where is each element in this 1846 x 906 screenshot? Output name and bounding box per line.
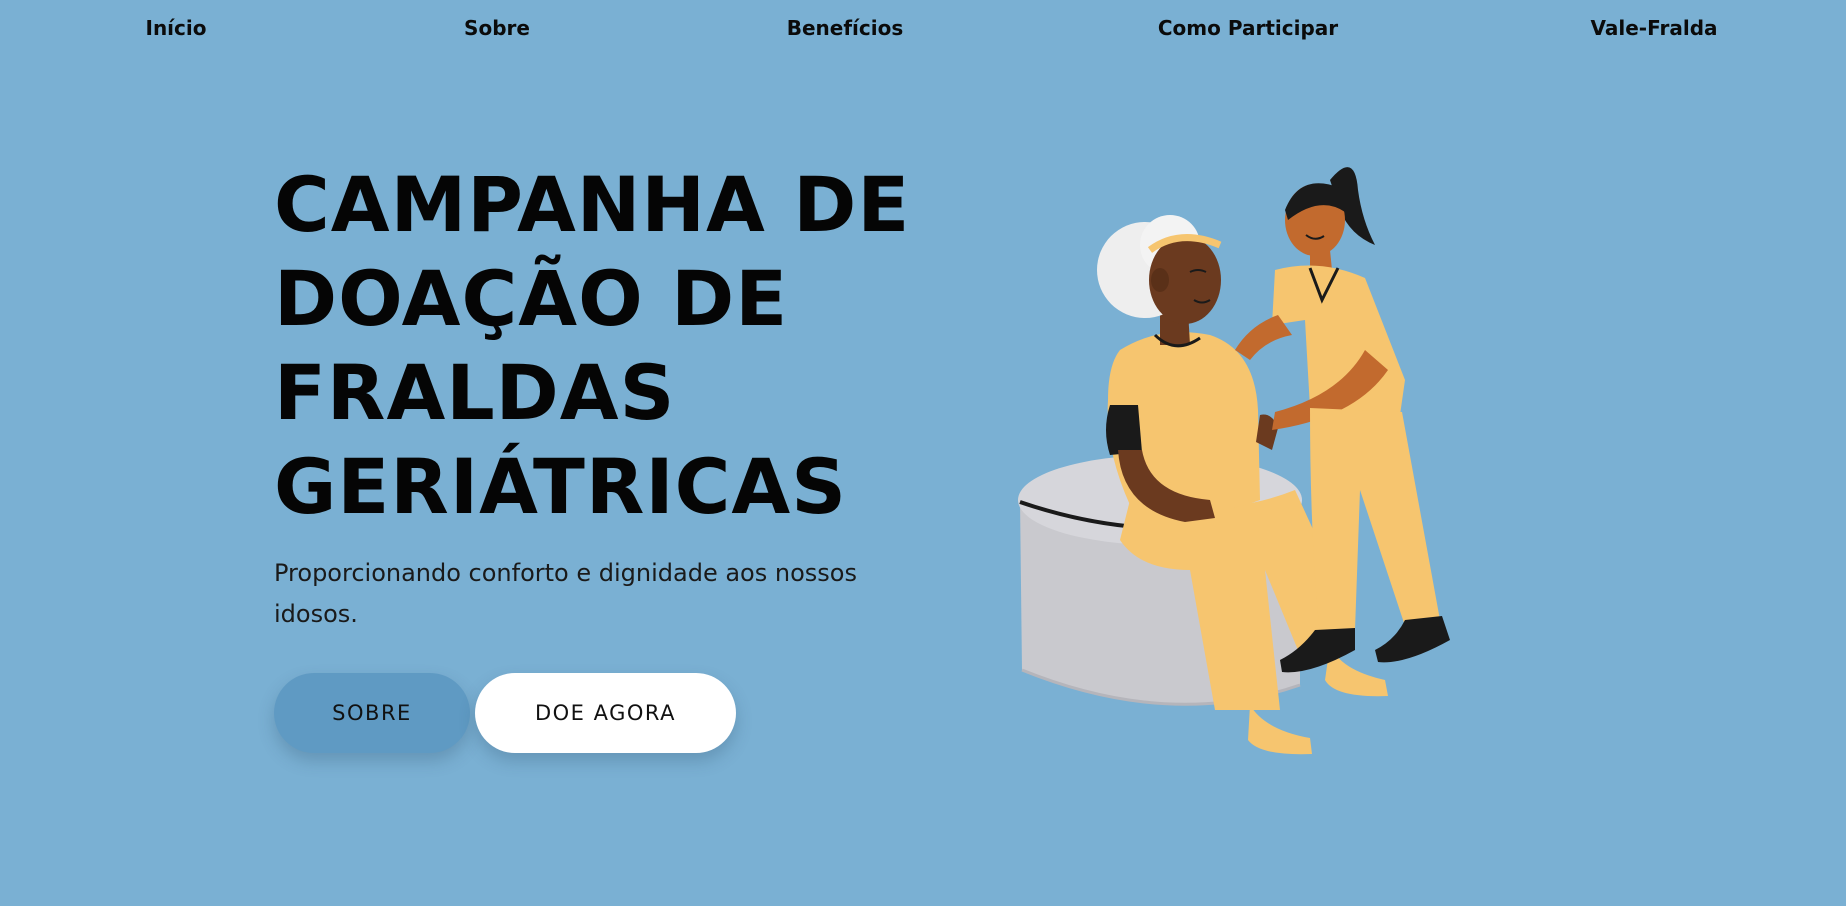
sobre-button[interactable]: SOBRE xyxy=(274,673,470,753)
top-navigation: Início Sobre Benefícios Como Participar … xyxy=(0,0,1846,56)
nav-link-vale-fralda[interactable]: Vale-Fralda xyxy=(1590,16,1717,40)
hero-title-line-4: GERIÁTRICAS xyxy=(274,442,847,531)
doe-agora-button[interactable]: DOE AGORA xyxy=(475,673,736,753)
hero-title: CAMPANHA DE DOAÇÃO DE FRALDAS GERIÁTRICA… xyxy=(274,158,910,534)
nav-link-sobre[interactable]: Sobre xyxy=(464,16,530,40)
caregiver-with-elderly-woman-illustration xyxy=(1018,167,1450,755)
hero-title-line-2: DOAÇÃO DE xyxy=(274,254,789,343)
nav-link-beneficios[interactable]: Benefícios xyxy=(787,16,904,40)
hero-title-line-3: FRALDAS xyxy=(274,348,676,437)
hero-title-line-1: CAMPANHA DE xyxy=(274,160,911,249)
nav-link-como-participar[interactable]: Como Participar xyxy=(1158,16,1338,40)
hero-subtitle: Proporcionando conforto e dignidade aos … xyxy=(274,559,857,628)
nav-link-inicio[interactable]: Início xyxy=(146,16,207,40)
